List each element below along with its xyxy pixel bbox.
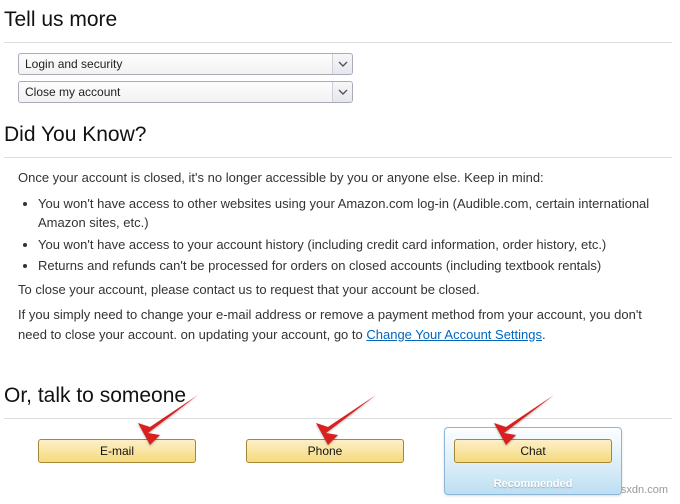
list-item: You won't have access to your account hi… [38, 235, 662, 255]
phone-cell: Phone [246, 439, 404, 463]
topic-dropdown-1-wrap: Login and security [18, 53, 353, 75]
divider [4, 418, 672, 419]
chat-cell: Recommended Chat [454, 439, 612, 463]
divider [4, 42, 672, 43]
topic-dropdown-2-wrap: Close my account [18, 81, 353, 103]
bullet-list: You won't have access to other websites … [38, 194, 662, 276]
recommended-label: Recommended [445, 478, 621, 490]
alt-action-text: If you simply need to change your e-mail… [18, 305, 662, 344]
did-you-know-content: Once your account is closed, it's no lon… [4, 168, 672, 344]
did-you-know-title: Did You Know? [4, 123, 672, 149]
alt-text-period: . [542, 327, 546, 342]
topic-dropdown-1[interactable]: Login and security [18, 53, 353, 75]
talk-to-someone-title: Or, talk to someone [4, 384, 672, 410]
chat-button[interactable]: Chat [454, 439, 612, 463]
alt-text-part: If you simply need to change your e-mail… [18, 307, 642, 342]
tell-us-more-title: Tell us more [4, 8, 672, 34]
close-account-text: To close your account, please contact us… [18, 280, 662, 300]
topic-dropdown-2[interactable]: Close my account [18, 81, 353, 103]
phone-button[interactable]: Phone [246, 439, 404, 463]
email-cell: E-mail [38, 439, 196, 463]
intro-text: Once your account is closed, it's no lon… [18, 168, 662, 188]
change-account-settings-link[interactable]: Change Your Account Settings [366, 327, 542, 342]
contact-options-row: E-mail Phone Recommended Chat [4, 429, 672, 483]
email-button[interactable]: E-mail [38, 439, 196, 463]
list-item: Returns and refunds can't be processed f… [38, 256, 662, 276]
divider [4, 157, 672, 158]
list-item: You won't have access to other websites … [38, 194, 662, 233]
